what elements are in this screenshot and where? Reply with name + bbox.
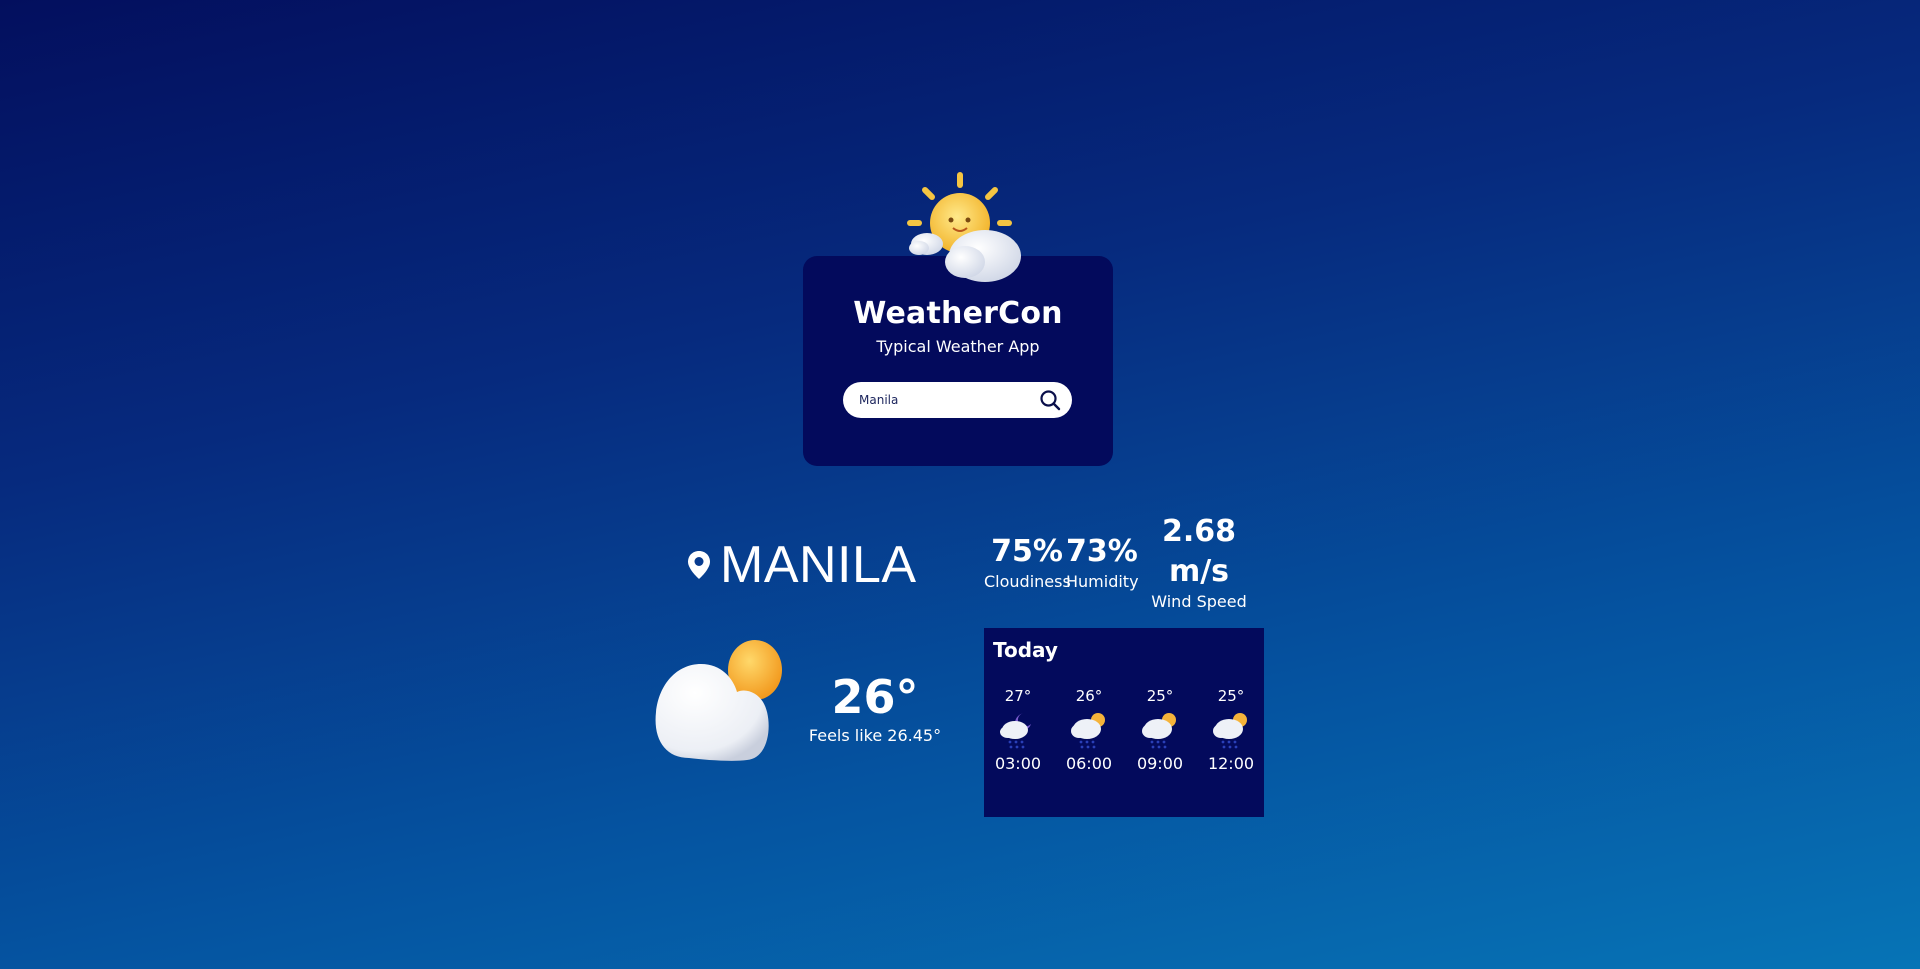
humidity-stat: 73% Humidity [1066,532,1139,592]
search-icon[interactable] [1038,388,1062,412]
forecast-title: Today [993,638,1058,662]
forecast-hour-temp: 25° [1217,687,1245,705]
temperature-value: 26° [831,670,919,724]
forecast-hour: 25° 12:00 [1201,686,1261,774]
app-subtitle: Typical Weather App [876,337,1040,356]
sun-rain-icon [1142,713,1176,749]
wind-speed-unit: m/s [1168,554,1230,589]
cloudiness-value: 75% [991,534,1063,569]
wind-speed-label: Wind Speed [1151,592,1247,611]
app-title: WeatherCon [853,296,1063,331]
cloud-sun-icon [655,640,782,761]
search-input[interactable] [859,390,1029,410]
app-header-card: WeatherCon Typical Weather App [803,256,1113,466]
humidity-value: 73% [1066,534,1138,569]
humidity-label: Humidity [1066,572,1139,591]
forecast-hour: 25° 09:00 [1130,686,1190,774]
sun-rain-icon [1213,713,1247,749]
map-pin-icon [688,551,710,579]
cloudiness-label: Cloudiness [984,572,1071,591]
forecast-hour-temp: 25° [1146,687,1174,705]
sun-rain-icon [1071,713,1105,749]
current-location: MANILA [686,535,917,595]
wind-speed-value: 2.68 [1161,514,1237,549]
search-bar [843,382,1072,418]
forecast-hour-time: 03:00 [994,754,1042,773]
forecast-hour-temp: 27° [1004,687,1032,705]
moon-rain-icon [1000,713,1031,749]
cloudiness-stat: 75% Cloudiness [984,532,1071,592]
forecast-hour-temp: 26° [1075,687,1103,705]
forecast-hour-time: 09:00 [1136,754,1184,773]
wind-speed-stat: 2.68 m/s Wind Speed [1150,512,1248,612]
forecast-hour-time: 06:00 [1065,754,1113,773]
forecast-card: Today 27° 03:00 26° 06:00 25° 09:00 25° … [984,628,1264,817]
forecast-hours: 27° 03:00 26° 06:00 25° 09:00 25° 12:00 [984,686,1264,796]
forecast-hour: 27° 03:00 [988,686,1048,774]
feels-like-text: Feels like 26.45° [808,726,942,745]
current-temperature: 26° Feels like 26.45° [805,668,945,746]
city-name: MANILA [720,536,917,594]
forecast-hour: 26° 06:00 [1059,686,1119,774]
sun-with-clouds-icon [907,172,1021,282]
forecast-hour-time: 12:00 [1207,754,1255,773]
